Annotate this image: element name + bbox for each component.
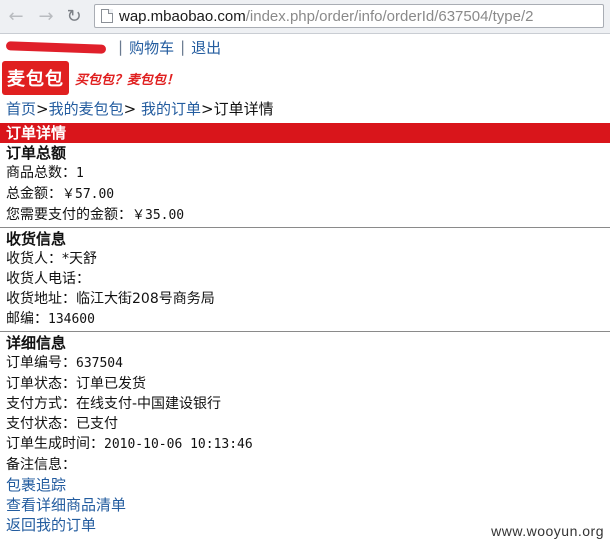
phone-row: 收货人电话： — [6, 269, 610, 289]
breadcrumb-current: 订单详情 — [213, 100, 274, 118]
order-no-row: 订单编号：637504 — [6, 353, 610, 374]
breadcrumb-sep: > — [123, 100, 137, 118]
breadcrumb-sep: > — [200, 100, 214, 118]
breadcrumb: 首页>我的麦包包> 我的订单>订单详情 — [6, 99, 610, 119]
phone-label: 收货人电话： — [6, 271, 90, 287]
note-label: 备注信息： — [6, 457, 76, 473]
created-label: 订单生成时间： — [6, 436, 104, 452]
page-icon — [101, 9, 113, 23]
item-count-row: 商品总数：1 — [6, 163, 610, 184]
url-path: /index.php/order/info/orderId/637504/typ… — [245, 7, 534, 25]
created-row: 订单生成时间：2010-10-06 10:13:46 — [6, 434, 610, 455]
receiver-label: 收货人： — [6, 251, 62, 267]
forward-arrow-icon[interactable]: → — [34, 4, 58, 28]
pay-method-row: 支付方式：在线支付-中国建设银行 — [6, 394, 610, 414]
created-value: 2010-10-06 10:13:46 — [104, 437, 253, 452]
item-count-value: 1 — [76, 166, 84, 181]
pay-method-value: 在线支付-中国建设银行 — [76, 396, 222, 412]
total-value: ￥57.00 — [62, 187, 115, 202]
pay-status-label: 支付状态： — [6, 416, 76, 432]
zip-value: 134600 — [48, 312, 95, 327]
logo-row: 麦包包 买包包？麦包包！ — [2, 59, 610, 97]
zip-row: 邮编：134600 — [6, 309, 610, 330]
details-heading: 详细信息 — [6, 334, 67, 352]
order-total-heading: 订单总额 — [6, 144, 67, 162]
back-arrow-icon[interactable]: ← — [4, 4, 28, 28]
user-bar: | 购物车 | 退出 — [5, 35, 610, 59]
site-slogan: 买包包？麦包包！ — [75, 72, 180, 88]
order-no-label: 订单编号： — [6, 355, 76, 371]
address-url[interactable]: wap.mbaobao.com/index.php/order/info/ord… — [119, 8, 533, 25]
redacted-username — [5, 40, 107, 54]
pay-status-row: 支付状态：已支付 — [6, 414, 610, 434]
total-label: 总金额： — [6, 186, 62, 202]
receiver-row: 收货人：*天舒 — [6, 249, 610, 269]
page-root: ← → ↻ wap.mbaobao.com/index.php/order/in… — [0, 0, 610, 543]
item-list-link[interactable]: 查看详细商品清单 — [6, 495, 610, 515]
address-value: 临江大街208号商务局 — [76, 291, 215, 307]
due-label: 您需要支付的金额： — [6, 207, 132, 223]
due-row: 您需要支付的金额：￥35.00 — [6, 205, 610, 226]
zip-label: 邮编： — [6, 311, 48, 327]
pay-status-value: 已支付 — [76, 416, 118, 432]
breadcrumb-my-bag[interactable]: 我的麦包包 — [49, 100, 124, 118]
watermark: www.wooyun.org — [491, 523, 604, 539]
page-content: | 购物车 | 退出 麦包包 买包包？麦包包！ 首页>我的麦包包> 我的订单>订… — [0, 35, 610, 535]
receiver-value: *天舒 — [62, 251, 97, 267]
due-value: ￥35.00 — [132, 208, 185, 223]
item-count-label: 商品总数： — [6, 165, 76, 181]
divider — [0, 227, 610, 228]
total-row: 总金额：￥57.00 — [6, 184, 610, 205]
reload-icon[interactable]: ↻ — [62, 4, 86, 28]
address-bar[interactable]: wap.mbaobao.com/index.php/order/info/ord… — [94, 4, 604, 28]
note-row: 备注信息： — [6, 455, 610, 475]
address-label: 收货地址： — [6, 291, 76, 307]
order-no-value: 637504 — [76, 356, 123, 371]
logout-link[interactable]: 退出 — [191, 37, 221, 58]
cart-link[interactable]: 购物车 — [129, 37, 174, 58]
shipping-section: 收货信息 收货人：*天舒 收货人电话： 收货地址：临江大街208号商务局 邮编：… — [0, 229, 610, 330]
address-row: 收货地址：临江大街208号商务局 — [6, 289, 610, 309]
separator: | — [118, 38, 124, 56]
site-logo[interactable]: 麦包包 — [2, 61, 69, 95]
url-host: wap.mbaobao.com — [119, 7, 246, 25]
pay-method-label: 支付方式： — [6, 396, 76, 412]
shipping-heading: 收货信息 — [6, 230, 67, 248]
status-row: 订单状态：订单已发货 — [6, 374, 610, 394]
browser-toolbar: ← → ↻ wap.mbaobao.com/index.php/order/in… — [0, 0, 610, 34]
order-total-section: 订单总额 商品总数：1 总金额：￥57.00 您需要支付的金额：￥35.00 — [0, 143, 610, 226]
breadcrumb-my-orders[interactable]: 我的订单 — [141, 100, 201, 118]
page-title: 订单详情 — [0, 123, 610, 143]
track-package-link[interactable]: 包裹追踪 — [6, 475, 610, 495]
breadcrumb-sep: > — [36, 100, 49, 118]
breadcrumb-home[interactable]: 首页 — [6, 100, 36, 118]
separator: | — [180, 38, 186, 56]
details-section: 详细信息 订单编号：637504 订单状态：订单已发货 支付方式：在线支付-中国… — [0, 333, 610, 535]
divider — [0, 331, 610, 332]
status-value: 订单已发货 — [76, 376, 146, 392]
status-label: 订单状态： — [6, 376, 76, 392]
